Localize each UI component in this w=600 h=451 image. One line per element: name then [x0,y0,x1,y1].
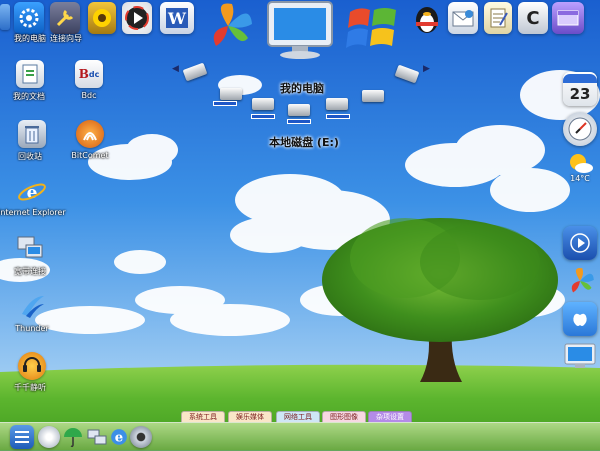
desktop-icon-label-bdc[interactable]: Bdc [57,91,121,100]
notepad-icon[interactable] [484,2,512,34]
ie-icon[interactable]: e [18,178,46,206]
network-icon[interactable] [86,426,108,448]
media-disc-icon[interactable] [130,426,152,448]
ie-icon[interactable]: e [108,426,130,448]
monitor-icon[interactable] [563,340,597,374]
desktop-icon-label-thunder[interactable]: Thunder [0,324,64,333]
desktop-icon-label-documents[interactable]: 我的文档 [0,91,61,102]
desktop-icon-label-music[interactable]: 千千静听 [0,382,62,393]
disc-icon[interactable] [38,426,60,448]
recycle-bin-icon[interactable] [18,120,46,148]
drive-usage-bar [251,114,275,119]
drive-icon[interactable] [252,98,274,110]
window-frame-icon[interactable] [552,2,584,34]
drive-icon[interactable] [362,90,384,102]
drive-usage-bar [287,119,311,124]
taskbar: e [0,422,600,451]
desktop-icon-label-bitcomet[interactable]: BitComet [58,151,122,160]
media-player-icon[interactable] [122,2,152,34]
carousel-right-arrow[interactable]: ▶ [423,64,430,74]
drive-icon[interactable] [288,104,310,116]
drive-icon[interactable] [326,98,348,110]
calendar-icon[interactable]: 23 [563,72,597,106]
sunflower-icon[interactable] [88,2,116,34]
top-icon-label-2: 连接向导 [50,34,82,43]
monitor-icon[interactable] [264,0,336,60]
gear-computer-icon[interactable] [14,2,44,34]
msn-butterfly-icon[interactable] [202,0,254,52]
desktop-icon-label-network[interactable]: 宽带连接 [0,266,62,277]
small-blue-icon[interactable] [0,4,10,30]
bitcomet-icon[interactable] [76,120,104,148]
weather-temp: 14°C [570,173,590,183]
bdc-icon[interactable]: Bdc [75,60,103,88]
carousel-title: 我的电脑 [280,82,324,95]
umbrella-icon[interactable] [62,426,84,448]
qq-penguin-icon[interactable] [410,2,444,34]
thunder-icon[interactable] [18,292,46,320]
word-icon[interactable]: W [160,2,194,34]
drive-c-icon[interactable]: C [518,2,548,34]
music-player-icon[interactable] [18,352,46,380]
wrench-icon[interactable] [50,2,80,34]
calendar-day: 23 [569,84,591,103]
network-icon[interactable] [16,234,44,262]
carousel-left-arrow[interactable]: ◀ [172,64,179,74]
drive-usage-bar [213,101,237,106]
weather-icon[interactable]: 14°C [563,150,597,184]
msn-butterfly-icon[interactable] [563,264,597,298]
desktop-icon-label-recycle[interactable]: 回收站 [0,151,62,162]
carousel-subtitle: 本地磁盘 (E:) [269,136,339,149]
svg-text:e: e [115,430,124,446]
apple-finder-icon[interactable] [563,302,597,336]
windows-flag-icon[interactable] [344,0,400,54]
clock-icon[interactable] [563,112,597,146]
drive-usage-bar [326,114,350,119]
desktop-icon-label-ie[interactable]: Internet Explorer [0,208,66,217]
drive-icon[interactable] [220,88,242,100]
svg-text:W: W [167,9,187,28]
play-icon[interactable] [563,226,597,260]
mail-icon[interactable] [448,2,478,34]
start-menu-icon[interactable] [10,425,34,449]
documents-icon[interactable] [16,60,44,88]
